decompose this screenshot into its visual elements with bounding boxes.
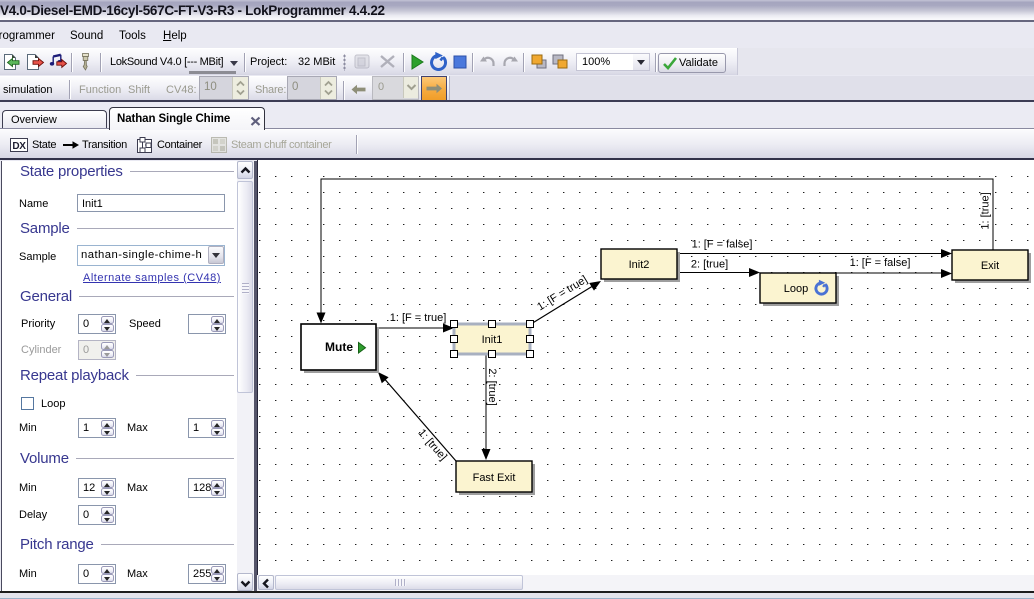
svg-text:Mute: Mute xyxy=(325,340,353,354)
svg-text:Fast Exit: Fast Exit xyxy=(473,472,516,484)
svg-text:2: [true]: 2: [true] xyxy=(486,368,498,405)
svg-text:1: [F = true]: 1: [F = true] xyxy=(390,312,447,324)
svg-text:1: [F = false]: 1: [F = false] xyxy=(850,257,911,269)
svg-text:Exit: Exit xyxy=(981,260,999,272)
svg-text:Loop: Loop xyxy=(784,283,808,295)
svg-text:1: [true]: 1: [true] xyxy=(980,192,992,229)
svg-text:1: [F = false]: 1: [F = false] xyxy=(692,239,753,251)
svg-text:Init2: Init2 xyxy=(629,259,650,271)
svg-text:Init1: Init1 xyxy=(482,334,503,346)
svg-text:2: [true]: 2: [true] xyxy=(691,259,728,271)
